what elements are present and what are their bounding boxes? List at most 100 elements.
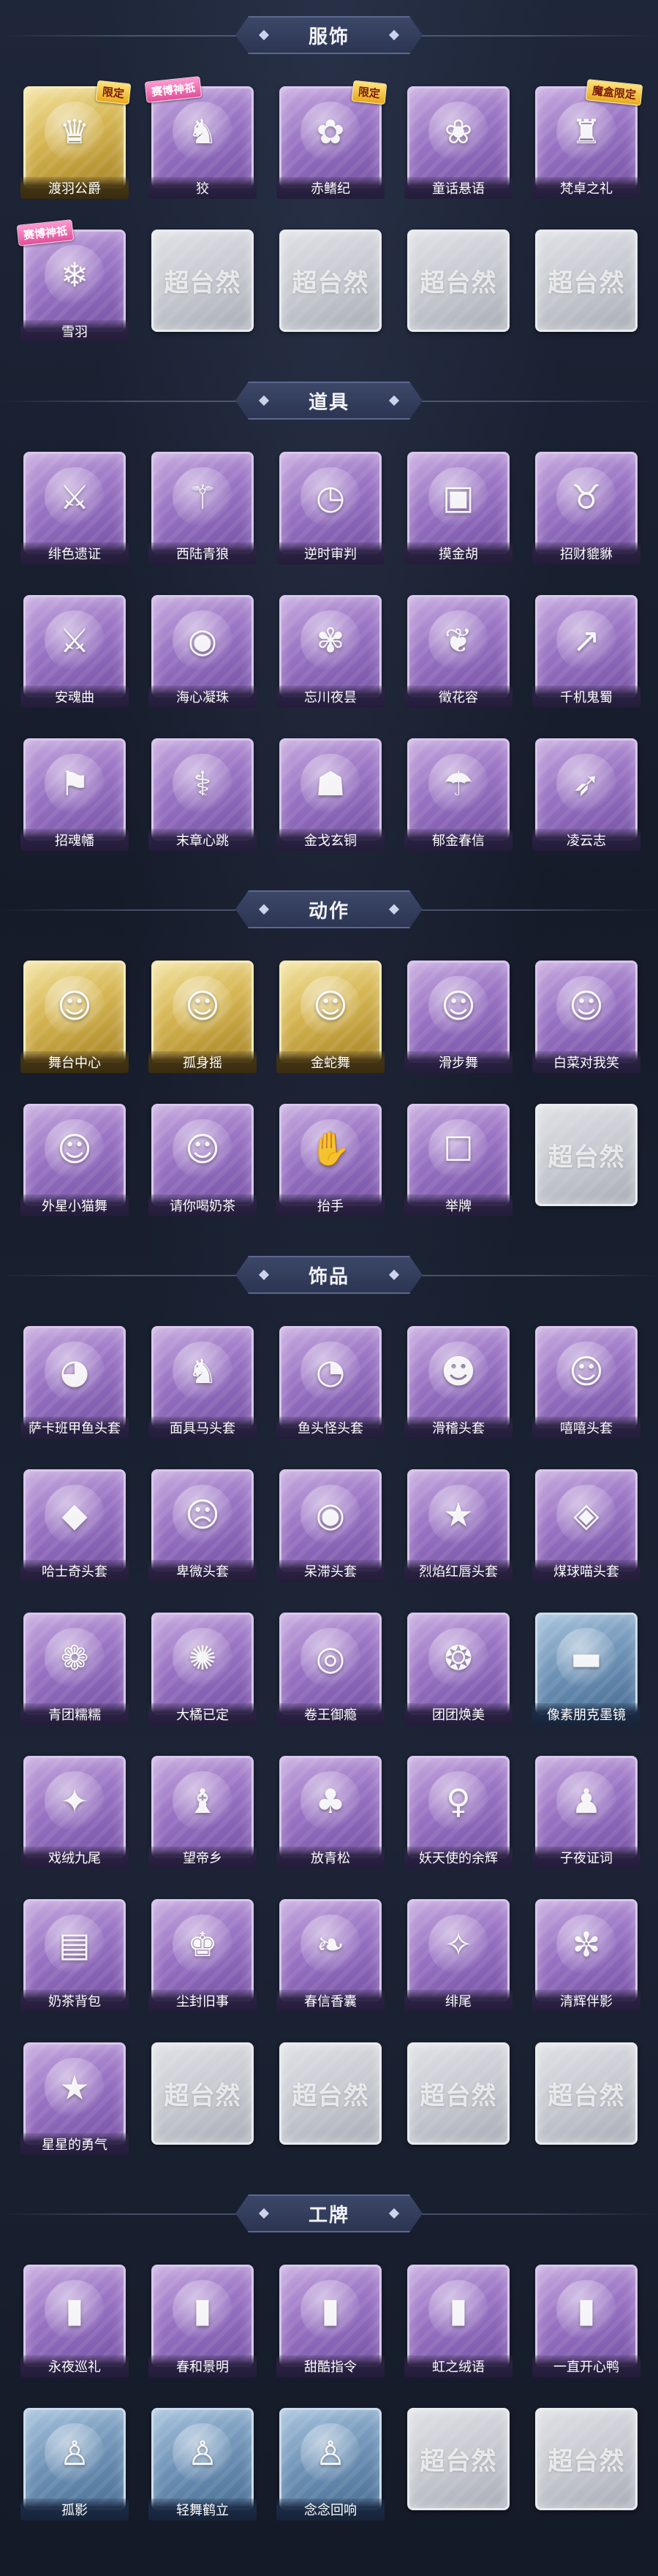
item-card[interactable]: ★ 烈焰红唇头套: [404, 1469, 513, 1582]
fish-head-icon: ◕: [45, 1341, 105, 1401]
item-card[interactable]: ☗ 金戈玄铜: [276, 738, 385, 851]
item-name: 轻舞鹤立: [148, 2499, 257, 2520]
item-grid: ▮ 永夜巡礼 ▮ 春和景明 ▮ 甜酷指令 ▮ 虹之绒语 ▮ 一直开心鸭 ♙ 孤影 ♙ 轻舞鹤立 ♙ 念念回响 超…: [0, 2249, 658, 2544]
item-card[interactable]: ☺ 舞台中心: [20, 961, 129, 1073]
watermark-logo: 超台然: [164, 268, 241, 298]
item-card[interactable]: ✺ 大橘已定: [148, 1613, 257, 1725]
item-card[interactable]: ♙ 念念回响: [276, 2408, 385, 2520]
backpack-icon: ▤: [45, 1914, 105, 1974]
item-card[interactable]: ❀ 童话悬语: [404, 86, 513, 199]
item-card[interactable]: ▮ 春和景明: [148, 2265, 257, 2377]
bow-icon: ➶: [556, 753, 616, 814]
item-card[interactable]: ♉ 招财貔貅: [532, 452, 640, 564]
item-card[interactable]: ✼ 清辉伴影: [532, 1899, 640, 2012]
item-card[interactable]: ◆ 哈士奇头套: [20, 1469, 129, 1582]
item-name: 绯尾: [404, 1990, 513, 2012]
item-name: 面具马头套: [148, 1417, 257, 1439]
watermark-logo: 超台然: [420, 268, 497, 298]
item-card[interactable]: ★ 星星的勇气: [20, 2042, 129, 2155]
item-card[interactable]: ♞ 狡赛博神祇: [144, 76, 257, 199]
item-name: 春和景明: [148, 2355, 257, 2377]
item-card[interactable]: ↗ 千机鬼蜀: [532, 595, 640, 708]
item-card[interactable]: ❦ 徵花容: [404, 595, 513, 708]
item-card[interactable]: ✾ 忘川夜昙: [276, 595, 385, 708]
item-name: 郁金春信: [404, 829, 513, 851]
item-name: 奶茶背包: [20, 1990, 129, 2012]
item-card[interactable]: ▮ 一直开心鸭: [532, 2265, 640, 2377]
item-card[interactable]: ☺ 白菜对我笑: [532, 961, 640, 1073]
star-charm-icon: ★: [45, 2057, 105, 2118]
item-card[interactable]: ✋ 抬手: [276, 1104, 385, 1216]
item-card[interactable]: ♛ 渡羽公爵 限定: [20, 80, 132, 199]
item-card[interactable]: ⚔ 绯色遗证: [20, 452, 129, 564]
item-card[interactable]: ☺ 嘻嘻头套: [532, 1326, 640, 1439]
item-card[interactable]: ♟ 子夜证词: [532, 1756, 640, 1868]
item-card[interactable]: ◈ 煤球喵头套: [532, 1469, 640, 1582]
item-card[interactable]: ▮ 永夜巡礼: [20, 2265, 129, 2377]
mahjong-tile-icon: ▣: [428, 466, 488, 527]
pikachu-head-icon: ★: [428, 1484, 488, 1545]
item-card[interactable]: ✿ 赤鳍纪 限定: [276, 80, 387, 199]
item-card[interactable]: ☂ 郁金春信: [404, 738, 513, 851]
item-card[interactable]: ☺ 孤身摇: [148, 961, 257, 1073]
item-card[interactable]: ◎ 卷王御瘾: [276, 1613, 385, 1725]
item-card[interactable]: ♙ 轻舞鹤立: [148, 2408, 257, 2520]
dance-pose-icon: ☺: [45, 1118, 105, 1179]
item-card[interactable]: ▤ 奶茶背包: [20, 1899, 129, 2012]
limited-badge: 限定: [351, 80, 387, 105]
item-card[interactable]: ☺ 金蛇舞: [276, 961, 385, 1073]
item-card[interactable]: ➶ 凌云志: [532, 738, 640, 851]
item-card[interactable]: ⚚ 西陆青狼: [148, 452, 257, 564]
item-card[interactable]: ◔ 鱼头怪头套: [276, 1326, 385, 1439]
item-card[interactable]: ⚑ 招魂幡: [20, 738, 129, 851]
watermark-logo: 超台然: [164, 2081, 241, 2111]
item-card[interactable]: ◕ 萨卡班甲鱼头套: [20, 1326, 129, 1439]
item-card[interactable]: ✧ 绯尾: [404, 1899, 513, 2012]
item-card[interactable]: ♣ 放青松: [276, 1756, 385, 1868]
item-name: 凌云志: [532, 829, 640, 851]
hand-raise-icon: ✋: [300, 1118, 360, 1179]
item-name: 抬手: [276, 1194, 385, 1216]
item-card[interactable]: ♝ 望帝乡: [148, 1756, 257, 1868]
item-card[interactable]: ▮ 甜酷指令: [276, 2265, 385, 2377]
section-2: 动作 ☺ 舞台中心 ☺ 孤身摇 ☺ 金蛇舞 ☺ 滑步舞 ☺ 白菜对我笑 ☺ 外星小猫舞 ☺ 请你喝奶茶 ✋ 抬手…: [0, 874, 658, 1240]
item-card[interactable]: ◉ 呆滞头套: [276, 1469, 385, 1582]
item-card[interactable]: ♚ 尘封旧事: [148, 1899, 257, 2012]
item-card[interactable]: ❧ 春信香囊: [276, 1899, 385, 2012]
character-portrait-icon: ❀: [428, 101, 488, 162]
item-name: 像素朋克墨镜: [532, 1703, 640, 1725]
item-name: 星星的勇气: [20, 2133, 129, 2155]
item-card[interactable]: ❄ 雪羽 赛博神祇: [16, 219, 129, 342]
section-header: 服饰: [0, 0, 658, 70]
item-name: 烈焰红唇头套: [404, 1560, 513, 1582]
item-card[interactable]: ❂ 团团焕美: [404, 1613, 513, 1725]
item-card[interactable]: ☹ 卑微头套: [148, 1469, 257, 1582]
orange-icon: ✺: [173, 1627, 232, 1688]
item-name: 逆时审判: [276, 542, 385, 564]
item-name: 童话悬语: [404, 177, 513, 199]
item-card[interactable]: ♙ 孤影: [20, 2408, 129, 2520]
diamond-ornament-icon: [389, 395, 399, 406]
item-card[interactable]: ❁ 青团糯糯: [20, 1613, 129, 1725]
item-card[interactable]: ✦ 戏绒九尾: [20, 1756, 129, 1868]
item-card[interactable]: ☺ 请你喝奶茶: [148, 1104, 257, 1216]
grin-icon: ☺: [556, 1341, 616, 1401]
item-card[interactable]: ☐ 举牌: [404, 1104, 513, 1216]
item-card[interactable]: ◷ 逆时审判: [276, 452, 385, 564]
item-card[interactable]: ♜ 梵卓之礼 魔盒限定: [532, 79, 643, 199]
item-card[interactable]: ☺ 滑步舞: [404, 961, 513, 1073]
item-name: 甜酷指令: [276, 2355, 385, 2377]
watermark-logo: 超台然: [420, 2081, 497, 2111]
item-card[interactable]: ▮ 虹之绒语: [404, 2265, 513, 2377]
item-card[interactable]: ▬ 像素朋克墨镜: [532, 1613, 640, 1725]
item-card[interactable]: ☻ 滑稽头套: [404, 1326, 513, 1439]
item-card[interactable]: ▣ 摸金胡: [404, 452, 513, 564]
item-card[interactable]: ♀ 妖天使的余辉: [404, 1756, 513, 1868]
item-card[interactable]: ⚕ 末章心跳: [148, 738, 257, 851]
item-card[interactable]: ♞ 面具马头套: [148, 1326, 257, 1439]
item-card[interactable]: ☺ 外星小猫舞: [20, 1104, 129, 1216]
item-name: 渡羽公爵: [20, 177, 129, 199]
roll-cake-icon: ◎: [300, 1627, 360, 1688]
item-card[interactable]: ⚔ 安魂曲: [20, 595, 129, 708]
item-card[interactable]: ◉ 海心凝珠: [148, 595, 257, 708]
